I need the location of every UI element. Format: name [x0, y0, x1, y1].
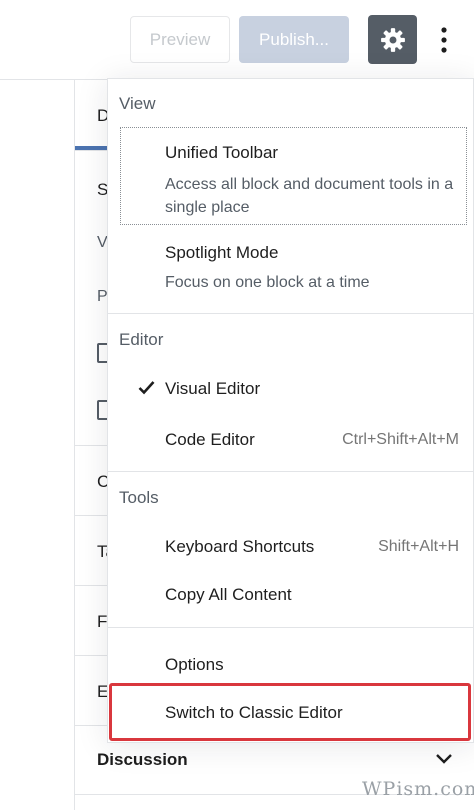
more-tools-button[interactable] — [428, 15, 460, 64]
menu-divider — [108, 471, 473, 472]
menu-item-spotlight-mode[interactable]: Spotlight Mode — [165, 243, 278, 263]
more-tools-menu: View Unified Toolbar Access all block an… — [107, 78, 474, 743]
gear-icon — [380, 27, 405, 52]
chevron-down-icon[interactable] — [433, 748, 455, 770]
menu-item-copy-all-content[interactable]: Copy All Content — [165, 585, 292, 605]
menu-group-view-label: View — [119, 94, 156, 113]
settings-button[interactable] — [368, 15, 417, 64]
menu-item-code-editor[interactable]: Code Editor — [165, 430, 255, 450]
code-editor-shortcut: Ctrl+Shift+Alt+M — [342, 431, 459, 448]
menu-divider — [108, 627, 473, 628]
publish-button[interactable]: Publish... — [239, 16, 349, 63]
menu-group-editor-label: Editor — [119, 330, 164, 349]
watermark: WPism.com — [362, 778, 474, 800]
editor-header: Preview Publish... — [0, 0, 474, 80]
menu-item-unified-toolbar[interactable]: Unified Toolbar — [165, 143, 278, 163]
menu-item-unified-toolbar-description: Access all block and document tools in a… — [165, 176, 454, 216]
checkmark-icon — [138, 381, 155, 395]
preview-button[interactable]: Preview — [130, 16, 230, 63]
vertical-ellipsis-icon — [441, 26, 447, 53]
menu-item-spotlight-mode-description: Focus on one block at a time — [165, 274, 370, 291]
menu-group-tools-label: Tools — [119, 488, 159, 507]
keyboard-shortcuts-shortcut: Shift+Alt+H — [378, 538, 459, 555]
sidebar-section-discussion[interactable]: Discussion — [97, 750, 188, 770]
menu-item-switch-to-classic-editor[interactable]: Switch to Classic Editor — [165, 703, 343, 723]
menu-item-keyboard-shortcuts[interactable]: Keyboard Shortcuts — [165, 537, 314, 557]
menu-item-options[interactable]: Options — [165, 655, 224, 675]
menu-divider — [108, 313, 473, 314]
menu-item-visual-editor[interactable]: Visual Editor — [165, 379, 260, 399]
